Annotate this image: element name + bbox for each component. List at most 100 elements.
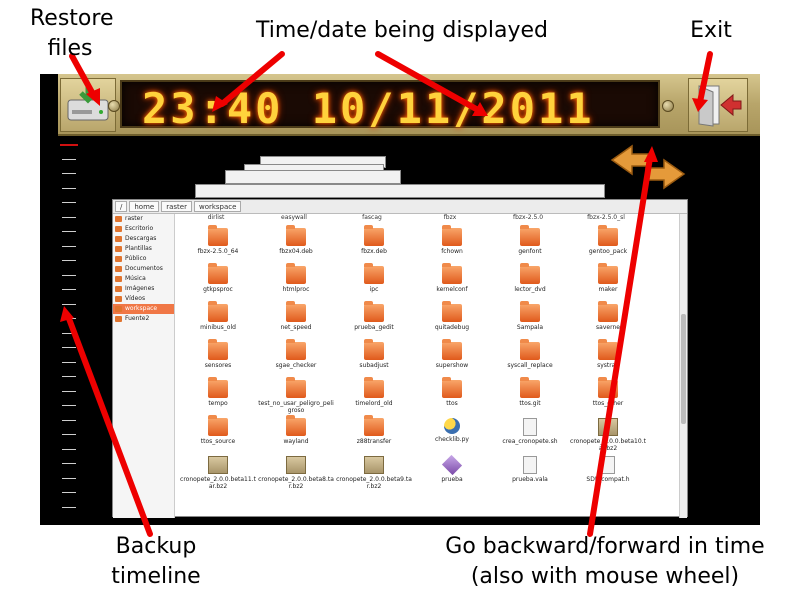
backup-timeline[interactable]: [56, 140, 84, 520]
folder-item[interactable]: Sampala: [491, 301, 569, 342]
file-item[interactable]: crea_cronopete.sh: [491, 418, 569, 456]
timeline-tick[interactable]: [62, 448, 76, 450]
file-name: gentoo_pack: [588, 248, 628, 255]
file-item[interactable]: checklib.py: [413, 418, 491, 456]
breadcrumb-item[interactable]: workspace: [193, 201, 242, 212]
sidebar-item-p-blico[interactable]: Público: [113, 254, 174, 264]
file-item[interactable]: cronopete_2.0.0.beta8.tar.bz2: [257, 456, 335, 494]
folder-item[interactable]: lector_dvd: [491, 263, 569, 304]
folder-icon: [115, 306, 122, 312]
folder-item[interactable]: subadjust: [335, 339, 413, 380]
breadcrumb-item[interactable]: /: [115, 201, 128, 212]
timeline-tick[interactable]: [62, 260, 76, 261]
sidebar-item-descargas[interactable]: Descargas: [113, 234, 174, 244]
folder-item[interactable]: net_speed: [257, 301, 335, 342]
timeline-tick[interactable]: [62, 173, 76, 174]
timeline-tick[interactable]: [62, 376, 76, 377]
scroll-thumb[interactable]: [681, 314, 686, 424]
timeline-tick[interactable]: [62, 390, 76, 392]
folder-item[interactable]: ttos.git: [491, 377, 569, 418]
folder-item[interactable]: htmlproc: [257, 263, 335, 304]
timeline-tick[interactable]: [62, 434, 76, 435]
folder-item[interactable]: genfont: [491, 225, 569, 266]
file-name: maker: [598, 286, 618, 293]
go-back-button[interactable]: [610, 144, 651, 176]
timeline-tick[interactable]: [62, 158, 76, 160]
sidebar-item-m-sica[interactable]: Música: [113, 274, 174, 284]
timeline-tick[interactable]: [62, 347, 76, 348]
folder-item[interactable]: fbzx-2.5.0_64: [179, 225, 257, 266]
timeline-tick[interactable]: [62, 216, 76, 218]
timeline-tick[interactable]: [62, 506, 76, 508]
timeline-tick[interactable]: [62, 361, 76, 363]
timeline-tick[interactable]: [62, 303, 76, 305]
folder-icon: [286, 415, 306, 436]
folder-item[interactable]: gtkpsproc: [179, 263, 257, 304]
breadcrumb-item[interactable]: home: [129, 201, 160, 212]
folder-item[interactable]: quitadebug: [413, 301, 491, 342]
timeline-tick[interactable]: [62, 419, 76, 421]
folder-item[interactable]: systray: [569, 339, 647, 380]
folder-item[interactable]: gentoo_pack: [569, 225, 647, 266]
sidebar-item-im-genes[interactable]: Imágenes: [113, 284, 174, 294]
folder-item[interactable]: ipc: [335, 263, 413, 304]
folder-item[interactable]: syscall_replace: [491, 339, 569, 380]
folder-item[interactable]: fbzx04.deb: [257, 225, 335, 266]
folder-item[interactable]: z88transfer: [335, 415, 413, 456]
timeline-tick[interactable]: [62, 477, 76, 479]
screw-icon: [108, 100, 120, 112]
sidebar-item-workspace[interactable]: workspace: [113, 304, 174, 314]
folder-item[interactable]: ttos: [413, 377, 491, 418]
timeline-tick[interactable]: [62, 318, 76, 319]
timeline-tick[interactable]: [62, 274, 76, 276]
snapshot-window[interactable]: [225, 170, 401, 184]
folder-item[interactable]: test_no_usar_peligro_peligroso: [257, 377, 335, 418]
vertical-scrollbar[interactable]: [679, 214, 687, 518]
folder-item[interactable]: tempo: [179, 377, 257, 418]
folder-item[interactable]: ttos_other: [569, 377, 647, 418]
folder-item[interactable]: prueba_gedit: [335, 301, 413, 342]
folder-item[interactable]: maker: [569, 263, 647, 304]
file-item[interactable]: cronopete_2.0.0.beta10.tar.bz2: [569, 418, 647, 456]
file-item[interactable]: cronopete_2.0.0.beta11.tar.bz2: [179, 456, 257, 494]
file-name: checklib.py: [435, 436, 469, 443]
timeline-tick[interactable]: [62, 405, 76, 406]
folder-item[interactable]: sensores: [179, 339, 257, 380]
timeline-tick[interactable]: [62, 332, 76, 334]
sidebar-item-plantillas[interactable]: Plantillas: [113, 244, 174, 254]
places-sidebar: raster Escritorio Descargas Plantillas Públi…: [113, 214, 175, 518]
snapshot-window[interactable]: [195, 184, 605, 198]
timeline-tick[interactable]: [62, 492, 76, 493]
timeline-tick[interactable]: [62, 463, 76, 464]
folder-item[interactable]: sgae_checker: [257, 339, 335, 380]
sidebar-item-fuente2[interactable]: Fuente2: [113, 314, 174, 324]
folder-item[interactable]: saverne: [569, 301, 647, 342]
timeline-tick[interactable]: [62, 245, 76, 247]
partial-file-label: fascag: [362, 214, 382, 221]
timeline-tick[interactable]: [62, 202, 76, 203]
folder-item[interactable]: supershow: [413, 339, 491, 380]
folder-item[interactable]: kernelconf: [413, 263, 491, 304]
timeline-current-marker[interactable]: [60, 144, 78, 146]
timeline-tick[interactable]: [62, 231, 76, 232]
file-item[interactable]: prueba.vala: [491, 456, 569, 494]
exit-button[interactable]: [688, 78, 748, 132]
timeline-tick[interactable]: [62, 187, 76, 189]
screw-icon: [662, 100, 674, 112]
sidebar-item-v-deos[interactable]: Vídeos: [113, 294, 174, 304]
folder-item[interactable]: ttos_source: [179, 415, 257, 456]
folder-item[interactable]: fchown: [413, 225, 491, 266]
folder-item[interactable]: fbzx.deb: [335, 225, 413, 266]
timeline-tick[interactable]: [62, 289, 76, 290]
folder-item[interactable]: wayland: [257, 415, 335, 456]
file-item[interactable]: prueba: [413, 454, 491, 494]
sidebar-item-raster[interactable]: raster: [113, 214, 174, 224]
breadcrumb-item[interactable]: raster: [161, 201, 192, 212]
folder-item[interactable]: minibus_old: [179, 301, 257, 342]
file-item[interactable]: SDL_compat.h: [569, 456, 647, 494]
sidebar-item-documentos[interactable]: Documentos: [113, 264, 174, 274]
folder-item[interactable]: timelord_old: [335, 377, 413, 418]
file-item[interactable]: cronopete_2.0.0.beta9.tar.bz2: [335, 456, 413, 494]
sidebar-item-escritorio[interactable]: Escritorio: [113, 224, 174, 234]
go-forward-button[interactable]: [645, 158, 686, 190]
